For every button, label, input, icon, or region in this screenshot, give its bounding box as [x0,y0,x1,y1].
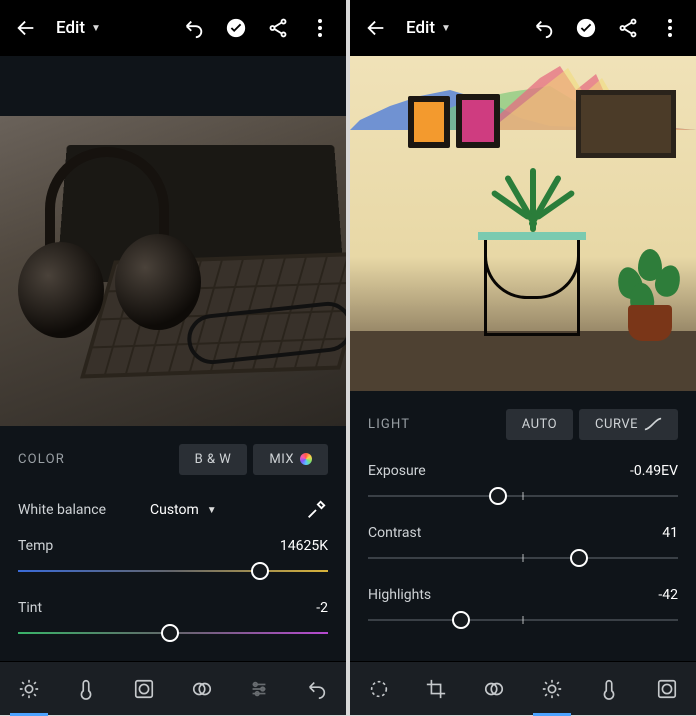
undo-icon[interactable] [182,16,206,40]
highlights-value: -42 [658,587,678,603]
share-icon[interactable] [616,16,640,40]
contrast-slider[interactable] [368,545,678,571]
tool-adjust[interactable] [16,676,42,702]
tool-thermometer[interactable] [73,676,99,702]
light-panel: LIGHT AUTO CURVE Exposure -0.49EV Contra… [350,391,696,633]
chevron-down-icon: ▼ [91,23,101,34]
color-wheel-icon [300,453,312,465]
undo-icon[interactable] [532,16,556,40]
temp-slider[interactable] [18,558,328,584]
mode-dropdown[interactable]: Edit ▼ [56,18,101,38]
tool-crop[interactable] [423,676,449,702]
contrast-knob[interactable] [570,549,588,567]
back-icon[interactable] [14,16,38,40]
left-app: Edit ▼ COLOR [0,0,346,715]
photo-preview[interactable] [350,56,696,391]
tint-slider[interactable] [18,620,328,646]
accept-icon[interactable] [574,16,598,40]
tool-presets[interactable] [366,676,392,702]
wb-dropdown[interactable]: Custom ▼ [150,502,217,518]
accept-icon[interactable] [224,16,248,40]
more-icon[interactable] [658,16,682,40]
desk-scene [0,116,346,426]
temp-value: 14625K [280,538,328,554]
auto-button[interactable]: AUTO [506,409,573,440]
bw-button[interactable]: B & W [179,444,248,475]
mode-label: Edit [56,18,85,38]
top-bar: Edit ▼ [350,0,696,56]
curve-button[interactable]: CURVE [579,409,678,440]
tint-value: -2 [316,600,328,616]
curve-icon [644,417,662,431]
exposure-knob[interactable] [489,487,507,505]
tool-mixer[interactable] [246,676,272,702]
top-bar: Edit ▼ [0,0,346,56]
tool-color[interactable] [596,676,622,702]
tool-reset[interactable] [304,676,330,702]
highlights-label: Highlights [368,587,431,603]
bottom-toolbar [0,661,346,715]
more-icon[interactable] [308,16,332,40]
contrast-value: 41 [662,525,678,541]
tool-split-tone[interactable] [189,676,215,702]
highlights-slider[interactable] [368,607,678,633]
mode-label: Edit [406,18,435,38]
exposure-slider[interactable] [368,483,678,509]
tool-profiles[interactable] [481,676,507,702]
bottom-toolbar [350,661,696,715]
panel-title: COLOR [18,452,65,467]
wb-label: White balance [18,502,106,518]
temp-label: Temp [18,538,53,554]
temp-knob[interactable] [251,562,269,580]
right-app: Edit ▼ [350,0,696,715]
room-scene [350,56,696,391]
contrast-label: Contrast [368,525,421,541]
tint-knob[interactable] [161,624,179,642]
panel-title: LIGHT [368,417,410,432]
highlights-knob[interactable] [452,611,470,629]
eyedropper-icon[interactable] [304,498,328,522]
chevron-down-icon: ▼ [441,23,451,34]
share-icon[interactable] [266,16,290,40]
tool-light[interactable] [539,676,565,702]
mix-button[interactable]: MIX [253,444,328,475]
mode-dropdown[interactable]: Edit ▼ [406,18,451,38]
tool-effects[interactable] [654,676,680,702]
exposure-label: Exposure [368,463,426,479]
tint-label: Tint [18,600,42,616]
tool-vignette[interactable] [131,676,157,702]
photo-preview[interactable] [0,116,346,426]
back-icon[interactable] [364,16,388,40]
exposure-value: -0.49EV [630,463,678,479]
chevron-down-icon: ▼ [207,505,217,516]
color-panel: COLOR B & W MIX White balance Custom ▼ T… [0,426,346,678]
